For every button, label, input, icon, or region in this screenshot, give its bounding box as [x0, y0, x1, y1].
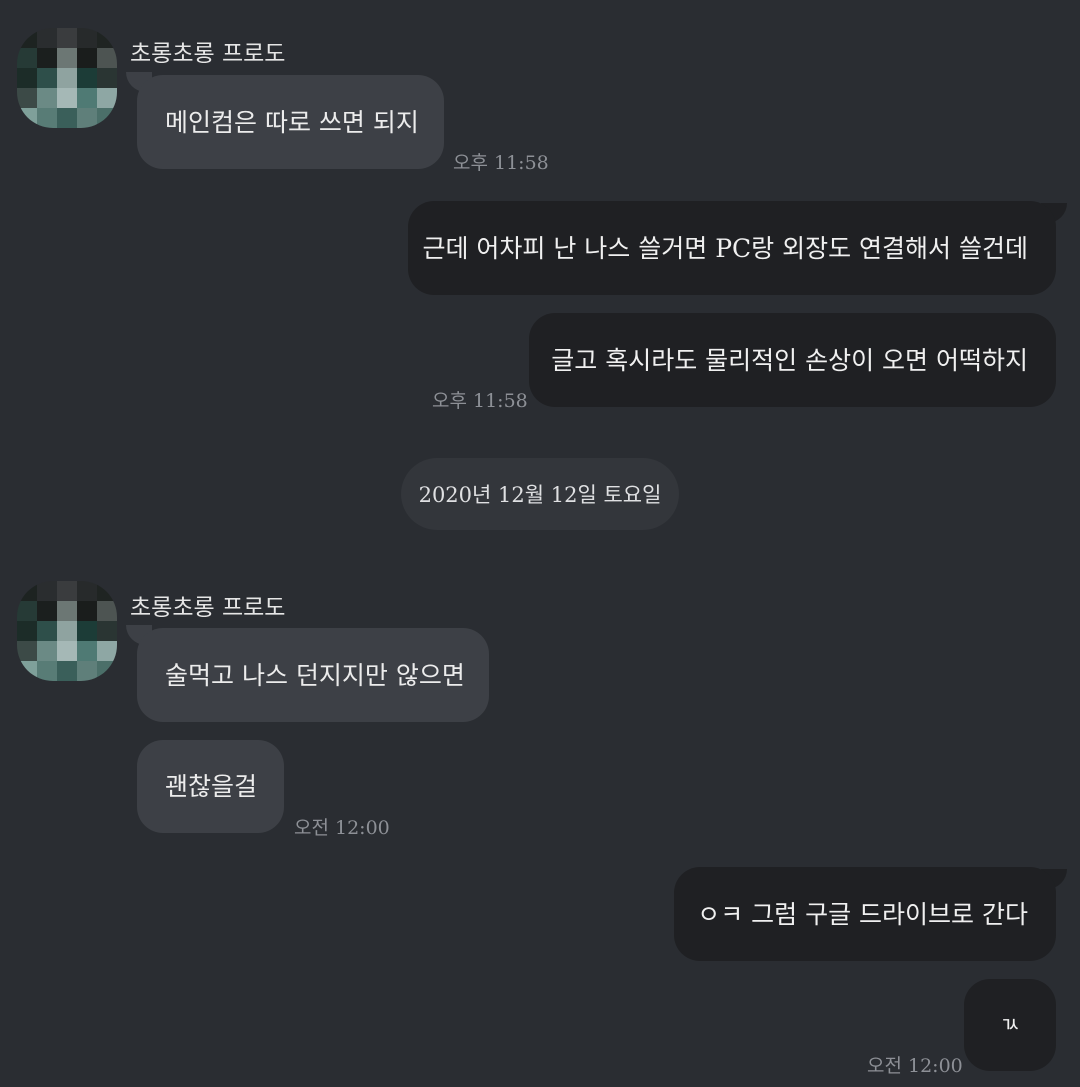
- avatar[interactable]: [17, 581, 117, 681]
- message-text: ㄳ: [1000, 1012, 1020, 1037]
- message-text: 술먹고 나스 던지지만 않으면: [165, 660, 465, 690]
- message-bubble[interactable]: 괜찮을걸: [137, 740, 284, 833]
- sender-name: 초롱초롱 프로도: [130, 41, 286, 67]
- avatar[interactable]: [17, 28, 117, 128]
- date-divider: 2020년 12월 12일 토요일: [401, 458, 679, 530]
- message-text: 괜찮을걸: [165, 772, 258, 801]
- message-timestamp: 오후 11:58: [453, 152, 549, 174]
- sender-name: 초롱초롱 프로도: [130, 595, 286, 621]
- date-divider-label: 2020년 12월 12일 토요일: [418, 483, 662, 507]
- message-timestamp: 오전 12:00: [867, 1055, 963, 1077]
- message-text: ㅇㅋ 그럼 구글 드라이브로 간다: [697, 899, 1028, 929]
- message-bubble[interactable]: 술먹고 나스 던지지만 않으면: [137, 628, 489, 722]
- message-text: 글고 혹시라도 물리적인 손상이 오면 어떡하지: [551, 345, 1028, 375]
- message-text: 메인컴은 따로 쓰면 되지: [165, 107, 419, 137]
- message-bubble[interactable]: 글고 혹시라도 물리적인 손상이 오면 어떡하지: [529, 313, 1056, 407]
- message-bubble[interactable]: 메인컴은 따로 쓰면 되지: [137, 75, 444, 169]
- message-bubble[interactable]: ㄳ: [964, 979, 1056, 1071]
- message-timestamp: 오전 12:00: [294, 817, 390, 839]
- message-timestamp: 오후 11:58: [432, 390, 528, 412]
- message-text: 근데 어차피 난 나스 쓸거면 PC랑 외장도 연결해서 쓸건데: [422, 233, 1028, 263]
- message-bubble[interactable]: 근데 어차피 난 나스 쓸거면 PC랑 외장도 연결해서 쓸건데: [408, 201, 1056, 295]
- message-bubble[interactable]: ㅇㅋ 그럼 구글 드라이브로 간다: [674, 867, 1056, 961]
